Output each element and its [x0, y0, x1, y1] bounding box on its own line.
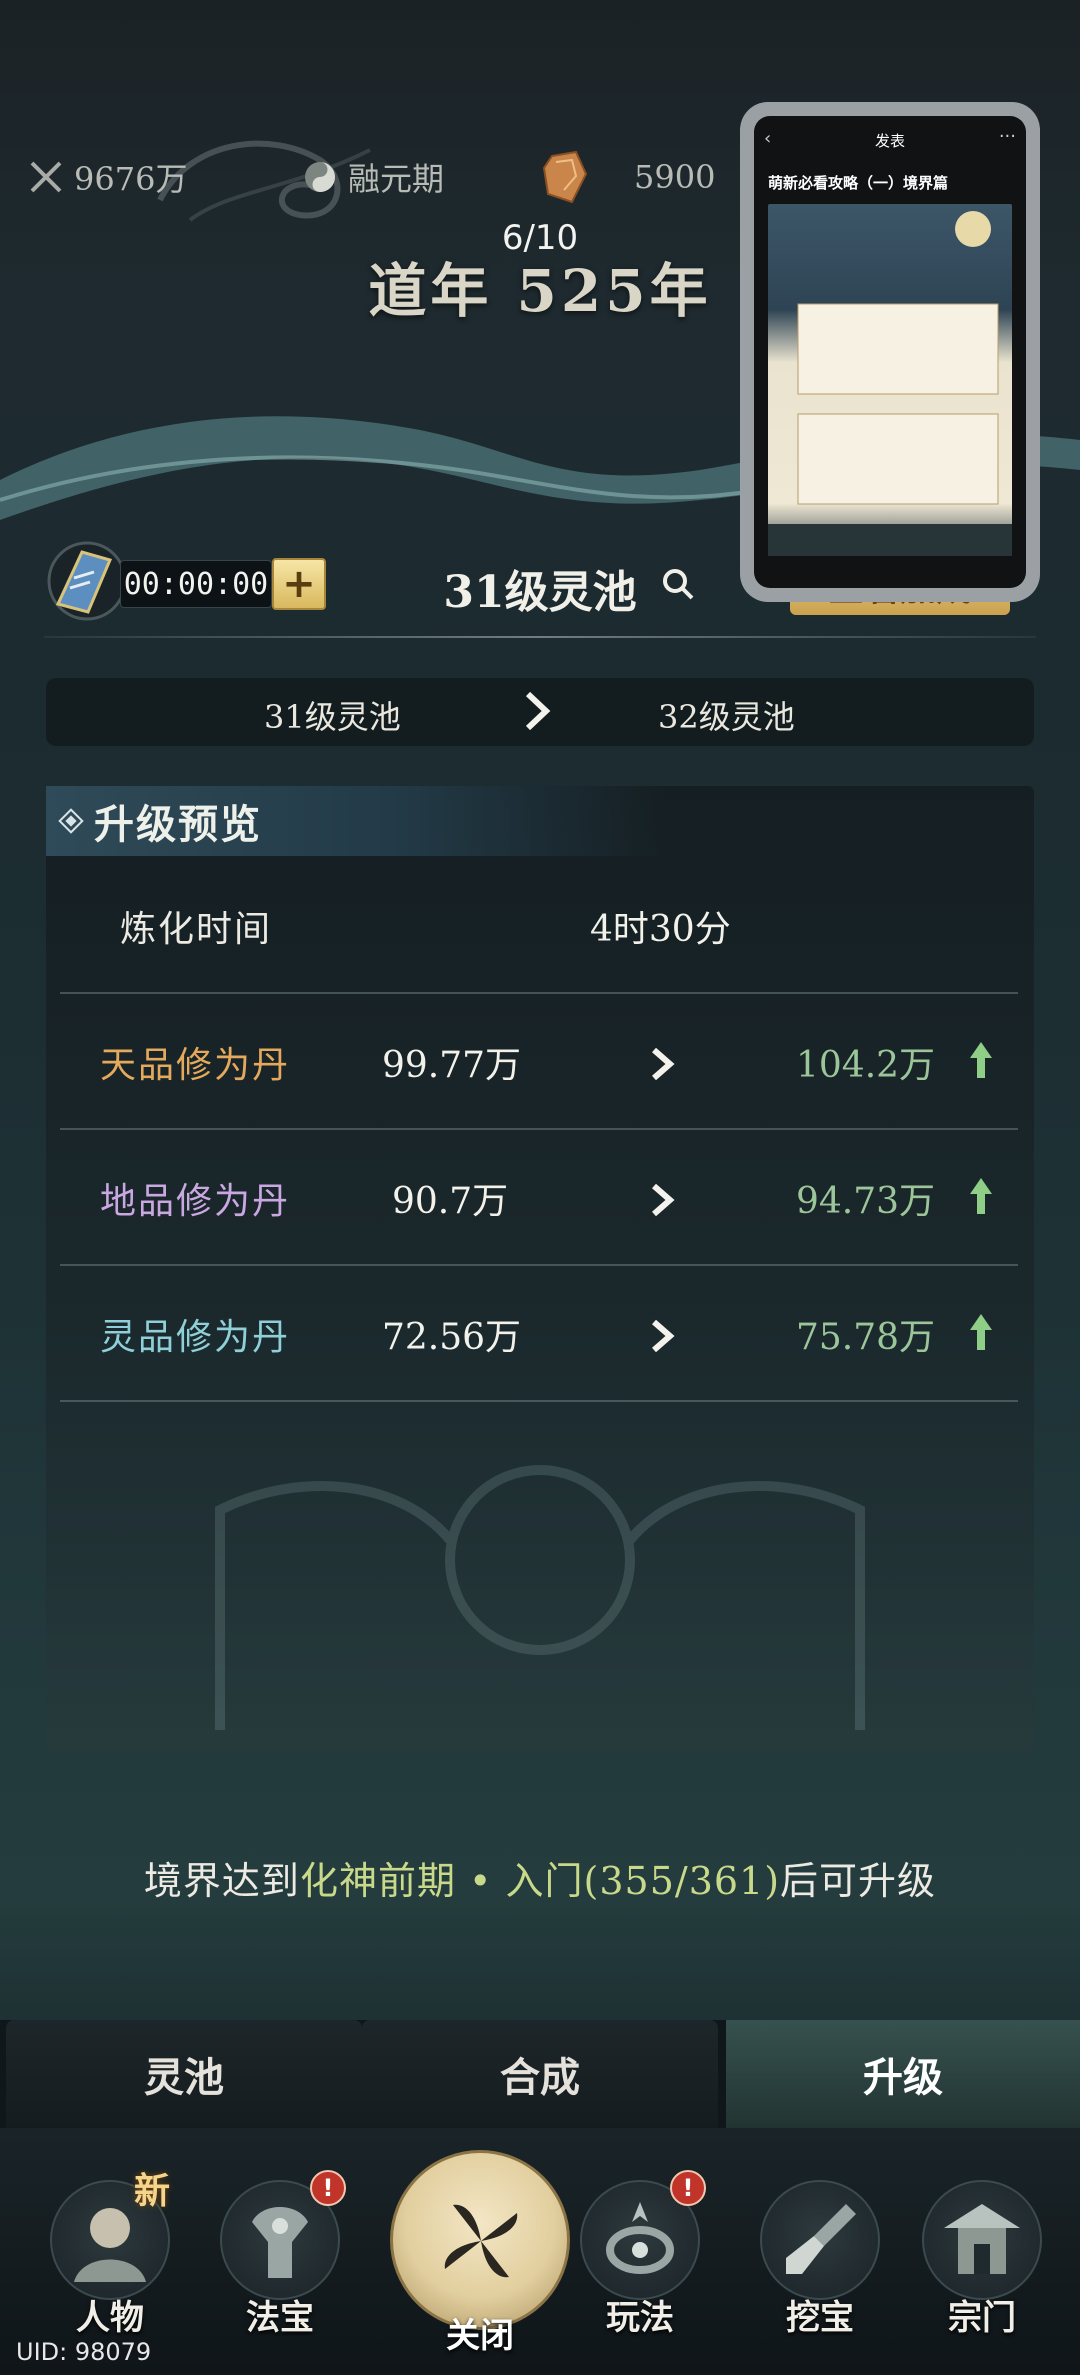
row-divider [60, 1264, 1018, 1266]
alert-badge: ! [670, 2170, 706, 2206]
yin-yang-icon [300, 157, 340, 197]
pill-next-heaven: 104.2万 [796, 1045, 936, 1086]
requirement-dot: • [455, 1859, 506, 1903]
row-divider [60, 1400, 1018, 1402]
requirement-realm: 化神前期 [299, 1859, 456, 1903]
row-divider [60, 1128, 1018, 1130]
tab-synthesis[interactable]: 合成 [362, 2020, 718, 2128]
pill-next-spirit: 75.78万 [796, 1317, 936, 1358]
nav-sect[interactable]: 宗门 [902, 2170, 1062, 2360]
requirement-prefix: 境界达到 [143, 1859, 300, 1903]
pill-name-heaven: 天品修为丹 [100, 1045, 291, 1086]
pill-next-earth: 94.73万 [796, 1181, 936, 1222]
combat-power-value: 9676万 [74, 160, 188, 198]
requirement-stage: 入门(355/361) [505, 1859, 781, 1903]
increase-arrow-icon [970, 1042, 992, 1078]
realm-stage: 融元期 [300, 140, 444, 214]
magnifier-icon[interactable] [660, 566, 696, 602]
spirit-stone-icon [540, 149, 590, 205]
requirement-suffix: 后可升级 [780, 1859, 937, 1903]
nav-character[interactable]: 新 人物 [30, 2170, 190, 2360]
refine-time-value: 4时30分 [590, 909, 731, 950]
divider [44, 636, 1036, 638]
upgrade-requirement: 境界达到化神前期 • 入门(355/361)后可升级 [0, 1850, 1080, 1905]
refine-timer: 00:00:00 [120, 560, 272, 608]
arrow-right-icon [652, 1319, 675, 1353]
increase-arrow-icon [970, 1314, 992, 1350]
preview-title: 升级预览 [94, 801, 262, 848]
pip-article-screenshot [768, 204, 1012, 556]
user-id: UID: 98079 [16, 2338, 152, 2366]
nav-label: 玩法 [606, 2298, 674, 2338]
new-tag: 新 [134, 2170, 171, 2212]
nav-label: 人物 [76, 2298, 144, 2338]
scroll-icon [47, 541, 127, 621]
function-tabs: 灵池 合成 升级 [0, 2020, 1080, 2128]
realm-stage-value: 融元期 [348, 160, 445, 198]
current-level: 31级灵池 [264, 698, 401, 736]
floating-article-window[interactable]: ‹ 发表 ··· 萌新必看攻略（一）境界篇 [740, 102, 1040, 602]
pill-current-heaven: 99.77万 [382, 1045, 522, 1086]
pill-name-earth: 地品修为丹 [100, 1181, 291, 1222]
arrow-right-icon [652, 1047, 675, 1081]
nav-label: 宗门 [948, 2298, 1016, 2338]
increase-arrow-icon [970, 1178, 992, 1214]
sect-icon [922, 2180, 1042, 2300]
next-level: 32级灵池 [658, 698, 795, 736]
arrow-right-icon [525, 691, 551, 731]
pill-current-spirit: 72.56万 [382, 1317, 522, 1358]
close-icon [390, 2150, 570, 2330]
speed-up-plus-button[interactable]: + [272, 558, 326, 610]
nav-dig-treasure[interactable]: 挖宝 [740, 2170, 900, 2360]
preview-header: 升级预览 [46, 786, 666, 856]
gate-decoration [215, 1465, 865, 1730]
refine-time-label: 炼化时间 [120, 909, 273, 950]
more-icon[interactable]: ··· [999, 126, 1016, 147]
nav-label: 挖宝 [786, 2298, 854, 2338]
arrow-right-icon [652, 1183, 675, 1217]
pill-name-spirit: 灵品修为丹 [100, 1317, 291, 1358]
nav-label: 关闭 [446, 2316, 514, 2356]
row-divider [60, 992, 1018, 994]
diamond-icon [58, 808, 84, 834]
currency: 5900 [540, 140, 715, 214]
nav-close[interactable]: 关闭 [380, 2150, 580, 2375]
combat-power: 9676万 [26, 140, 187, 214]
dao-year-title: 道年 525年 [368, 257, 712, 325]
pip-header: 发表 [874, 131, 905, 150]
level-compare: 31级灵池 32级灵池 [46, 678, 1034, 746]
alert-badge: ! [310, 2170, 346, 2206]
crossed-swords-icon [26, 157, 66, 197]
nav-gameplay[interactable]: ! 玩法 [560, 2170, 720, 2360]
pool-title: 31级灵池 [443, 567, 637, 618]
tab-spirit-pool[interactable]: 灵池 [6, 2020, 362, 2128]
nav-treasure[interactable]: ! 法宝 [200, 2170, 360, 2360]
currency-value: 5900 [634, 158, 716, 196]
pill-current-earth: 90.7万 [392, 1181, 509, 1222]
tab-upgrade[interactable]: 升级 [726, 2020, 1080, 2128]
pip-article-title: 萌新必看攻略（一）境界篇 [768, 174, 949, 192]
shovel-icon [760, 2180, 880, 2300]
nav-label: 法宝 [246, 2298, 314, 2338]
